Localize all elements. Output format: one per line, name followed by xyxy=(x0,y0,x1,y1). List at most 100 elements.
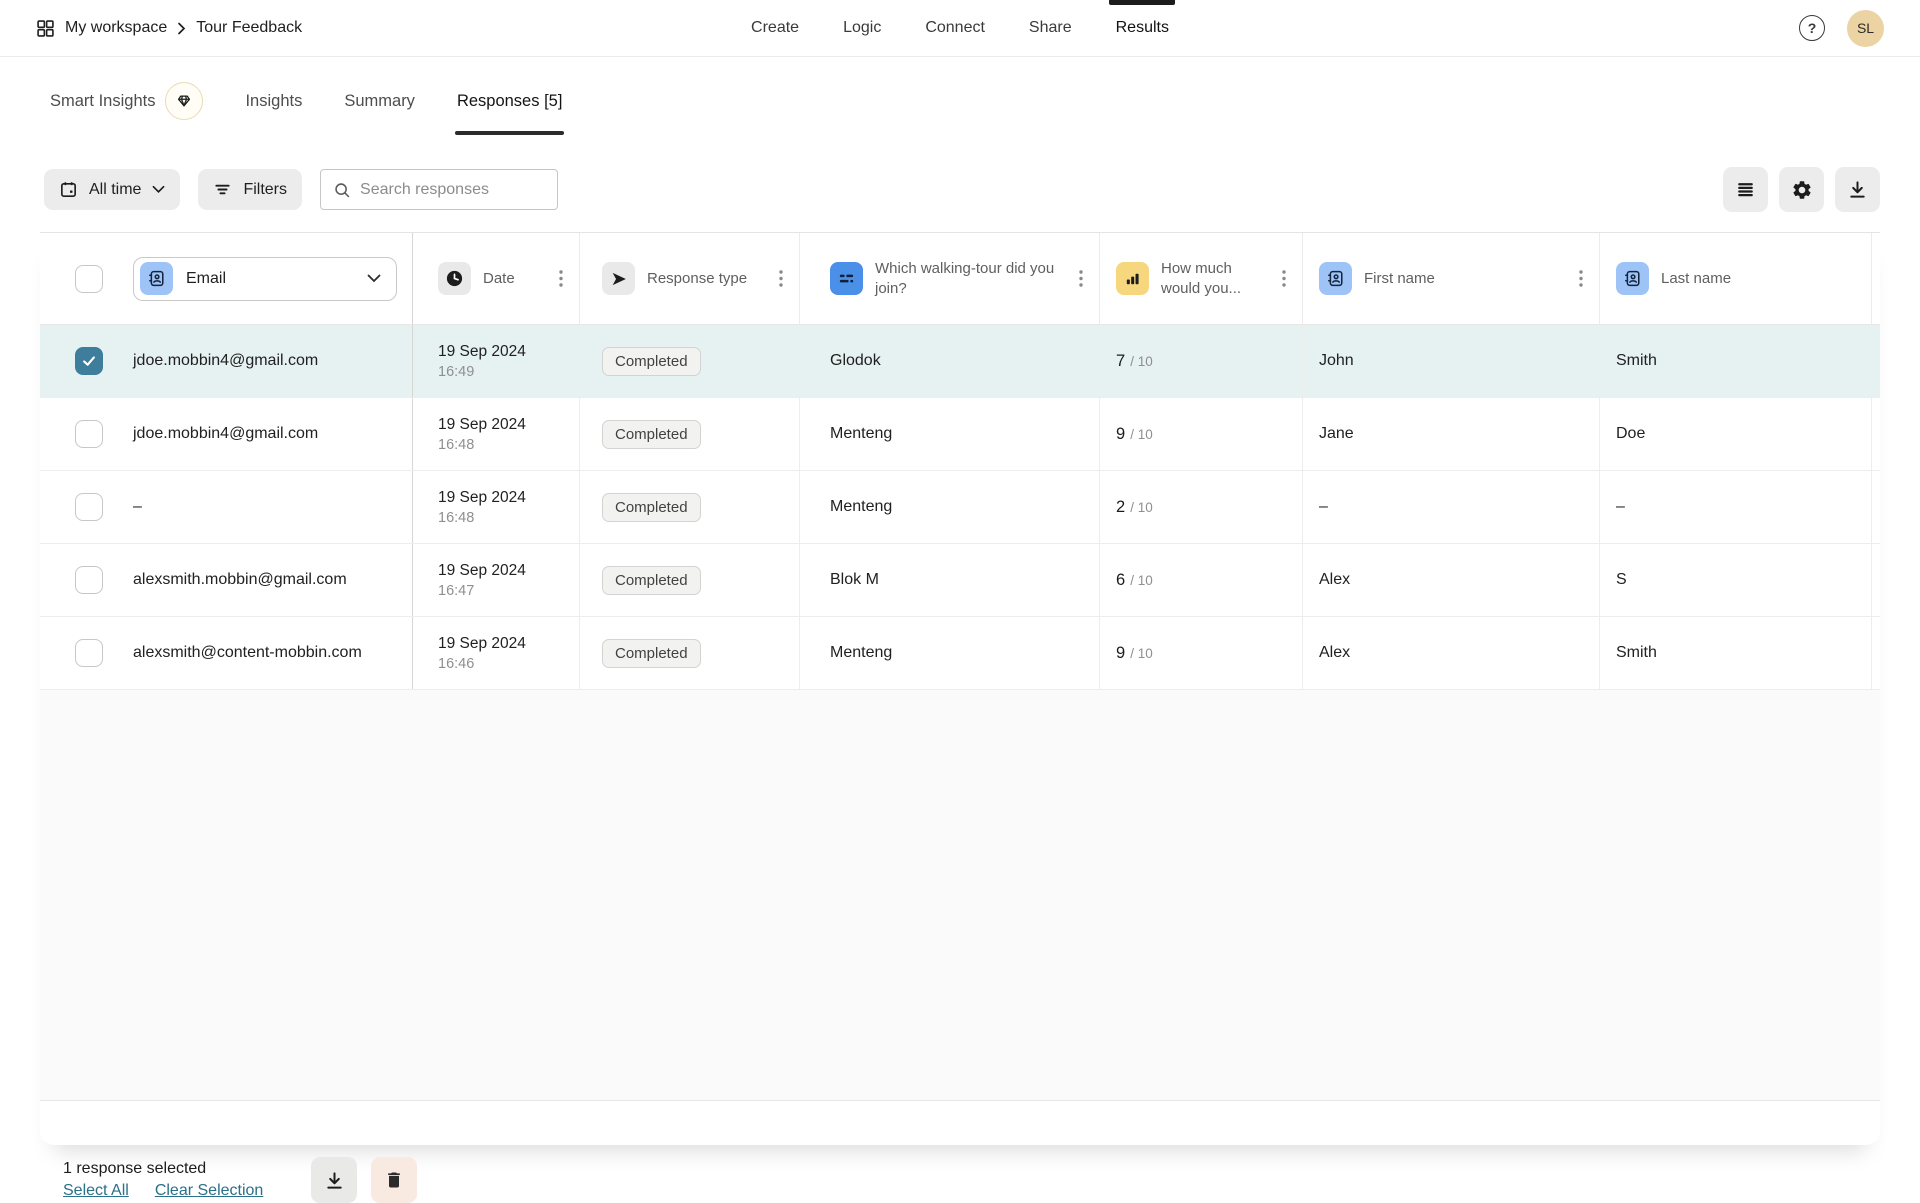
row-spacer xyxy=(1872,398,1880,470)
table-row[interactable]: alexsmith.mobbin@gmail.com 19 Sep 2024 1… xyxy=(40,544,1880,617)
selection-footer: 1 response selected Select All Clear Sel… xyxy=(63,1157,1920,1203)
table-row[interactable]: – 19 Sep 2024 16:48 Completed Menteng 2 … xyxy=(40,471,1880,544)
tab-summary[interactable]: Summary xyxy=(344,92,415,111)
last-name-value: S xyxy=(1616,571,1627,589)
active-tab-underline xyxy=(455,131,564,135)
download-selected-button[interactable] xyxy=(311,1157,357,1203)
date-value: 19 Sep 2024 xyxy=(438,489,526,507)
row-checkbox[interactable] xyxy=(75,493,103,521)
cell-email: – xyxy=(40,471,413,543)
last-name-value: Doe xyxy=(1616,425,1645,443)
column-menu-icon[interactable] xyxy=(1579,270,1583,287)
date-value: 19 Sep 2024 xyxy=(438,635,526,653)
cell-response-type: Completed xyxy=(580,617,800,689)
chevron-down-icon xyxy=(367,274,381,283)
cell-response-type: Completed xyxy=(580,398,800,470)
header-last-name-column: Last name xyxy=(1600,233,1872,324)
horizontal-scrollbar[interactable] xyxy=(40,1101,1880,1145)
date-value: 19 Sep 2024 xyxy=(438,416,526,434)
email-column-selector[interactable]: Email xyxy=(133,257,397,301)
settings-button[interactable] xyxy=(1779,167,1824,212)
select-all-checkbox[interactable] xyxy=(75,265,103,293)
workspace-grid-icon[interactable] xyxy=(36,19,55,38)
clock-icon xyxy=(438,262,471,295)
row-checkbox[interactable] xyxy=(75,347,103,375)
download-icon xyxy=(1847,179,1868,200)
column-menu-icon[interactable] xyxy=(779,270,783,287)
rating-max: / 10 xyxy=(1130,646,1153,661)
clear-selection-link[interactable]: Clear Selection xyxy=(155,1182,264,1200)
column-menu-icon[interactable] xyxy=(1079,270,1083,287)
select-all-link[interactable]: Select All xyxy=(63,1182,129,1200)
row-checkbox[interactable] xyxy=(75,566,103,594)
first-name-value: Alex xyxy=(1319,571,1350,589)
date-filter-button[interactable]: All time xyxy=(44,169,180,210)
nav-logic[interactable]: Logic xyxy=(843,0,881,57)
status-badge: Completed xyxy=(602,493,701,522)
rating-value: 6 xyxy=(1116,571,1125,590)
cell-tour: Menteng xyxy=(800,471,1100,543)
table-row[interactable]: jdoe.mobbin4@gmail.com 19 Sep 2024 16:49… xyxy=(40,325,1880,398)
calendar-icon xyxy=(59,180,78,199)
tab-insights[interactable]: Insights xyxy=(245,92,302,111)
tour-value: Glodok xyxy=(830,352,881,370)
avatar[interactable]: SL xyxy=(1847,10,1884,47)
response-arrow-icon xyxy=(602,262,635,295)
nav-share[interactable]: Share xyxy=(1029,0,1072,57)
nav-create[interactable]: Create xyxy=(751,0,799,57)
download-button[interactable] xyxy=(1835,167,1880,212)
breadcrumb-workspace[interactable]: My workspace xyxy=(65,19,167,37)
cell-rating: 6 / 10 xyxy=(1100,544,1303,616)
column-menu-icon[interactable] xyxy=(1282,270,1286,287)
cell-response-type: Completed xyxy=(580,325,800,397)
table-row[interactable]: alexsmith@content-mobbin.com 19 Sep 2024… xyxy=(40,617,1880,690)
row-checkbox[interactable] xyxy=(75,639,103,667)
table-body: jdoe.mobbin4@gmail.com 19 Sep 2024 16:49… xyxy=(40,325,1880,690)
cell-response-type: Completed xyxy=(580,544,800,616)
status-badge: Completed xyxy=(602,420,701,449)
rating-max: / 10 xyxy=(1130,427,1153,442)
cell-first-name: – xyxy=(1303,471,1600,543)
contact-card-icon xyxy=(1616,262,1649,295)
cell-date: 19 Sep 2024 16:46 xyxy=(413,617,580,689)
first-name-value: John xyxy=(1319,352,1354,370)
help-icon[interactable]: ? xyxy=(1799,15,1825,41)
selected-count-text: 1 response selected xyxy=(63,1160,263,1178)
nav-results[interactable]: Results xyxy=(1116,0,1169,57)
table-row[interactable]: jdoe.mobbin4@gmail.com 19 Sep 2024 16:48… xyxy=(40,398,1880,471)
row-checkbox[interactable] xyxy=(75,420,103,448)
cell-last-name: S xyxy=(1600,544,1872,616)
cell-first-name: Alex xyxy=(1303,617,1600,689)
cell-email: alexsmith.mobbin@gmail.com xyxy=(40,544,413,616)
filter-icon xyxy=(213,180,232,199)
delete-selected-button[interactable] xyxy=(371,1157,417,1203)
gem-icon xyxy=(165,82,203,120)
rating-value: 2 xyxy=(1116,498,1125,517)
email-selector-label: Email xyxy=(186,270,226,288)
rating-bars-icon xyxy=(1116,262,1149,295)
cell-last-name: Smith xyxy=(1600,617,1872,689)
cell-date: 19 Sep 2024 16:48 xyxy=(413,398,580,470)
last-name-value: – xyxy=(1616,498,1625,516)
cell-rating: 9 / 10 xyxy=(1100,617,1303,689)
email-value: alexsmith.mobbin@gmail.com xyxy=(133,571,347,589)
search-input[interactable] xyxy=(360,181,545,199)
tab-responses[interactable]: Responses [5] xyxy=(457,92,562,111)
filters-button[interactable]: Filters xyxy=(198,169,302,210)
rating-max: / 10 xyxy=(1130,573,1153,588)
table-view-button[interactable] xyxy=(1723,167,1768,212)
nav-connect[interactable]: Connect xyxy=(925,0,985,57)
status-badge: Completed xyxy=(602,566,701,595)
status-badge: Completed xyxy=(602,347,701,376)
time-value: 16:49 xyxy=(438,364,526,380)
first-name-value: – xyxy=(1319,498,1328,516)
cell-last-name: – xyxy=(1600,471,1872,543)
rating-max: / 10 xyxy=(1130,354,1153,369)
trash-icon xyxy=(384,1170,404,1190)
tour-value: Menteng xyxy=(830,425,892,443)
status-badge: Completed xyxy=(602,639,701,668)
responses-toolbar: All time Filters xyxy=(0,167,1920,212)
column-menu-icon[interactable] xyxy=(559,270,563,287)
tab-smart-insights[interactable]: Smart Insights xyxy=(50,82,203,120)
last-name-value: Smith xyxy=(1616,644,1657,662)
